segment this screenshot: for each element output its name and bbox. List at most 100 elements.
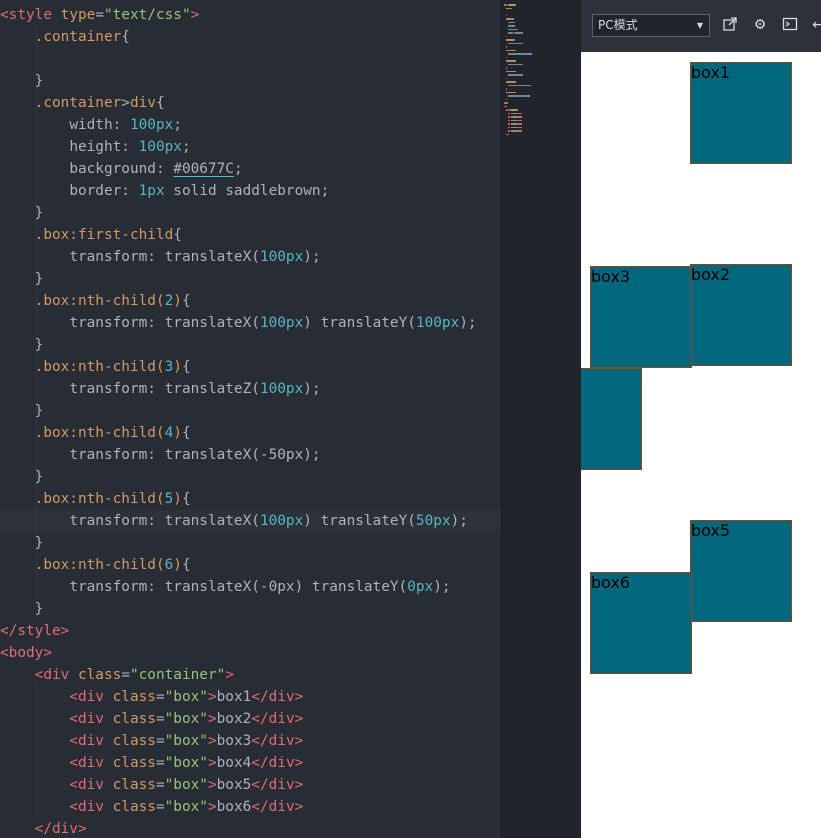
code-line[interactable]: width: 100px;: [0, 114, 501, 136]
minimap-stripe: [514, 25, 515, 27]
code-token: 100px: [259, 381, 304, 397]
code-token: :: [147, 447, 165, 463]
minimap-stripe: [530, 84, 531, 86]
code-token: border: [69, 183, 122, 199]
minimap-stripe: [514, 70, 515, 72]
code-token: class: [112, 755, 156, 771]
code-line[interactable]: transform: translateX(100px);: [0, 246, 501, 268]
code-line[interactable]: height: 100px;: [0, 136, 501, 158]
code-line[interactable]: </style>: [0, 620, 501, 642]
code-token: {: [173, 227, 182, 243]
minimap-stripe: [506, 35, 507, 37]
code-line[interactable]: }: [0, 466, 501, 488]
code-line[interactable]: }: [0, 70, 501, 92]
code-line[interactable]: transform: translateX(100px) translateY(…: [0, 510, 501, 532]
code-token: background: [69, 161, 156, 177]
code-token: </div>: [251, 711, 304, 727]
code-token: :: [147, 315, 165, 331]
code-token: ): [173, 359, 182, 375]
code-token: translateX(-0px) translateY(: [164, 579, 408, 595]
code-line[interactable]: }: [0, 400, 501, 422]
code-token: <div: [69, 689, 104, 705]
code-token: :: [147, 513, 165, 529]
code-token: {: [155, 95, 165, 111]
back-icon[interactable]: ←: [809, 16, 821, 34]
code-line[interactable]: <style type="text/css">: [0, 4, 501, 26]
code-token: :: [121, 183, 139, 199]
code-line[interactable]: <div class="box">box2</div>: [0, 708, 501, 730]
code-token: translateZ(: [164, 381, 260, 397]
code-token: ): [450, 513, 460, 529]
code-line[interactable]: .box:nth-child(3){: [0, 356, 501, 378]
code-token: "box": [164, 799, 208, 815]
code-line[interactable]: <div class="box">box5</div>: [0, 774, 501, 796]
code-line[interactable]: .box:nth-child(5){: [0, 488, 501, 510]
code-line[interactable]: }: [0, 268, 501, 290]
code-line[interactable]: transform: translateZ(100px);: [0, 378, 501, 400]
code-line[interactable]: transform: translateX(-0px) translateY(0…: [0, 576, 501, 598]
code-token: <div: [69, 777, 104, 793]
code-line[interactable]: .box:first-child{: [0, 224, 501, 246]
minimap[interactable]: [501, 0, 582, 838]
minimap-stripe: [517, 109, 518, 111]
code-token: box2: [216, 711, 252, 727]
preview-box: box2: [690, 264, 792, 366]
code-line[interactable]: [0, 48, 501, 70]
code-line[interactable]: </div>: [0, 818, 501, 838]
code-token: <style: [0, 7, 52, 23]
code-token: </div>: [251, 755, 304, 771]
code-line[interactable]: .box:nth-child(6){: [0, 554, 501, 576]
code-line[interactable]: <div class="box">box1</div>: [0, 686, 501, 708]
code-line[interactable]: .container>div{: [0, 92, 501, 114]
minimap-stripe: [504, 102, 508, 104]
code-token: ;: [181, 139, 191, 155]
code-line[interactable]: background: #00677C;: [0, 158, 501, 180]
code-line[interactable]: }: [0, 532, 501, 554]
code-line[interactable]: <div class="box">box3</div>: [0, 730, 501, 752]
minimap-stripe: [514, 39, 515, 41]
minimap-stripe: [521, 42, 522, 44]
code-token: translateX(: [164, 315, 260, 331]
code-line[interactable]: .box:nth-child(4){: [0, 422, 501, 444]
code-line[interactable]: .container{: [0, 26, 501, 48]
code-line[interactable]: }: [0, 202, 501, 224]
code-token: ;: [311, 249, 321, 265]
box-label: box1: [691, 63, 731, 82]
code-token: 100px: [415, 315, 460, 331]
preview-box: box6: [590, 572, 692, 674]
code-editor[interactable]: <style type="text/css"> .container{ } .c…: [0, 0, 501, 838]
code-line[interactable]: border: 1px solid saddlebrown;: [0, 180, 501, 202]
code-token: ;: [173, 117, 182, 133]
code-line[interactable]: }: [0, 598, 501, 620]
mode-select[interactable]: PC模式 ▼: [592, 14, 710, 37]
code-line[interactable]: .box:nth-child(2){: [0, 290, 501, 312]
code-line[interactable]: }: [0, 334, 501, 356]
code-line[interactable]: <div class="box">box6</div>: [0, 796, 501, 818]
chevron-down-icon: ▼: [696, 21, 703, 30]
code-line[interactable]: transform: translateX(-50px);: [0, 444, 501, 466]
minimap-stripe: [511, 7, 512, 9]
code-line[interactable]: transform: translateX(100px) translateY(…: [0, 312, 501, 334]
code-token: ): [303, 381, 312, 397]
minimap-stripe: [514, 60, 515, 62]
code-line[interactable]: <div class="box">box4</div>: [0, 752, 501, 774]
settings-icon[interactable]: ⚙: [751, 16, 769, 34]
minimap-stripe: [506, 77, 507, 79]
code-token: 3: [164, 359, 174, 375]
code-token: ): [303, 249, 312, 265]
code-line[interactable]: <div class="container">: [0, 664, 501, 686]
code-line[interactable]: <body>: [0, 642, 501, 664]
minimap-stripe: [514, 49, 515, 51]
open-external-icon[interactable]: [721, 16, 739, 34]
console-icon[interactable]: [781, 16, 799, 34]
code-token: 4: [164, 425, 174, 441]
